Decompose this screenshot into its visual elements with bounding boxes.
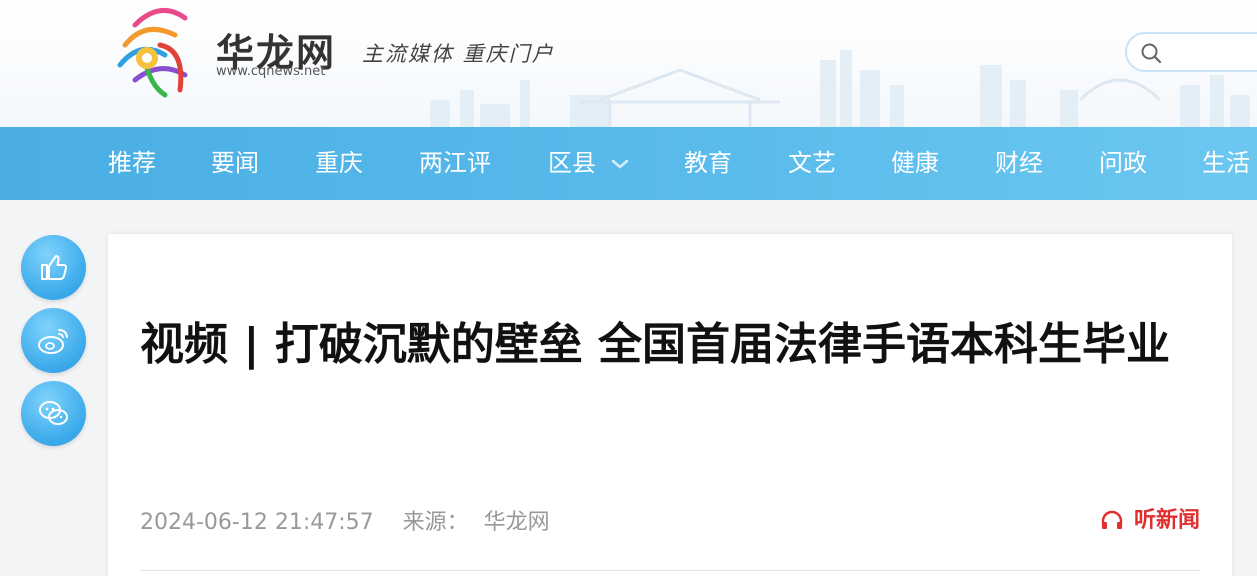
article-meta: 2024-06-12 21:47:57 来源： 华龙网 — [140, 504, 572, 536]
publish-datetime: 2024-06-12 21:47:57 — [140, 510, 374, 535]
nav-item-inquiry[interactable]: 问政 — [1099, 127, 1147, 200]
article-title: 视频 | 打破沉默的壁垒 全国首届法律手语本科生毕业 — [140, 319, 1171, 370]
nav-item-districts[interactable]: 区县 — [548, 127, 630, 200]
wechat-icon — [39, 401, 68, 425]
nav-item-finance[interactable]: 财经 — [995, 127, 1043, 200]
nav-item-arts[interactable]: 文艺 — [788, 127, 836, 200]
search-input[interactable] — [1125, 32, 1257, 72]
source-name: 华龙网 — [483, 510, 550, 535]
hualong-logo-icon — [117, 8, 188, 98]
site-url[interactable]: www.cqnews.net — [216, 64, 325, 79]
site-header: 华龙网 www.cqnews.net 主流媒体 重庆门户 — [0, 0, 1257, 127]
thumbs-up-icon — [41, 255, 68, 280]
share-weibo-button[interactable] — [21, 308, 86, 373]
nav-item-recommend[interactable]: 推荐 — [108, 127, 156, 200]
main-nav: 推荐 要闻 重庆 两江评 区县 教育 文艺 健康 财经 问政 生活 — [0, 127, 1257, 200]
nav-item-health[interactable]: 健康 — [891, 127, 939, 200]
article-card: 视频 | 打破沉默的壁垒 全国首届法律手语本科生毕业 2024-06-12 21… — [108, 234, 1232, 576]
nav-item-liangjiang[interactable]: 两江评 — [419, 127, 491, 200]
meta-divider — [140, 570, 1200, 571]
nav-item-chongqing[interactable]: 重庆 — [315, 127, 363, 200]
nav-item-headlines[interactable]: 要闻 — [211, 127, 259, 200]
headphones-icon — [1101, 510, 1123, 529]
nav-item-districts-label: 区县 — [548, 149, 596, 177]
source-label: 来源： — [402, 510, 469, 535]
weibo-icon — [38, 329, 68, 354]
site-slogan: 主流媒体 重庆门户 — [362, 42, 555, 66]
like-button[interactable] — [21, 235, 86, 300]
nav-item-education[interactable]: 教育 — [684, 127, 732, 200]
share-wechat-button[interactable] — [21, 381, 86, 446]
chevron-down-icon[interactable] — [610, 158, 630, 170]
listen-news-button[interactable]: 听新闻 — [1100, 502, 1200, 534]
listen-news-label: 听新闻 — [1133, 508, 1200, 533]
search-icon[interactable] — [1140, 42, 1162, 64]
nav-item-life[interactable]: 生活 — [1202, 127, 1250, 200]
